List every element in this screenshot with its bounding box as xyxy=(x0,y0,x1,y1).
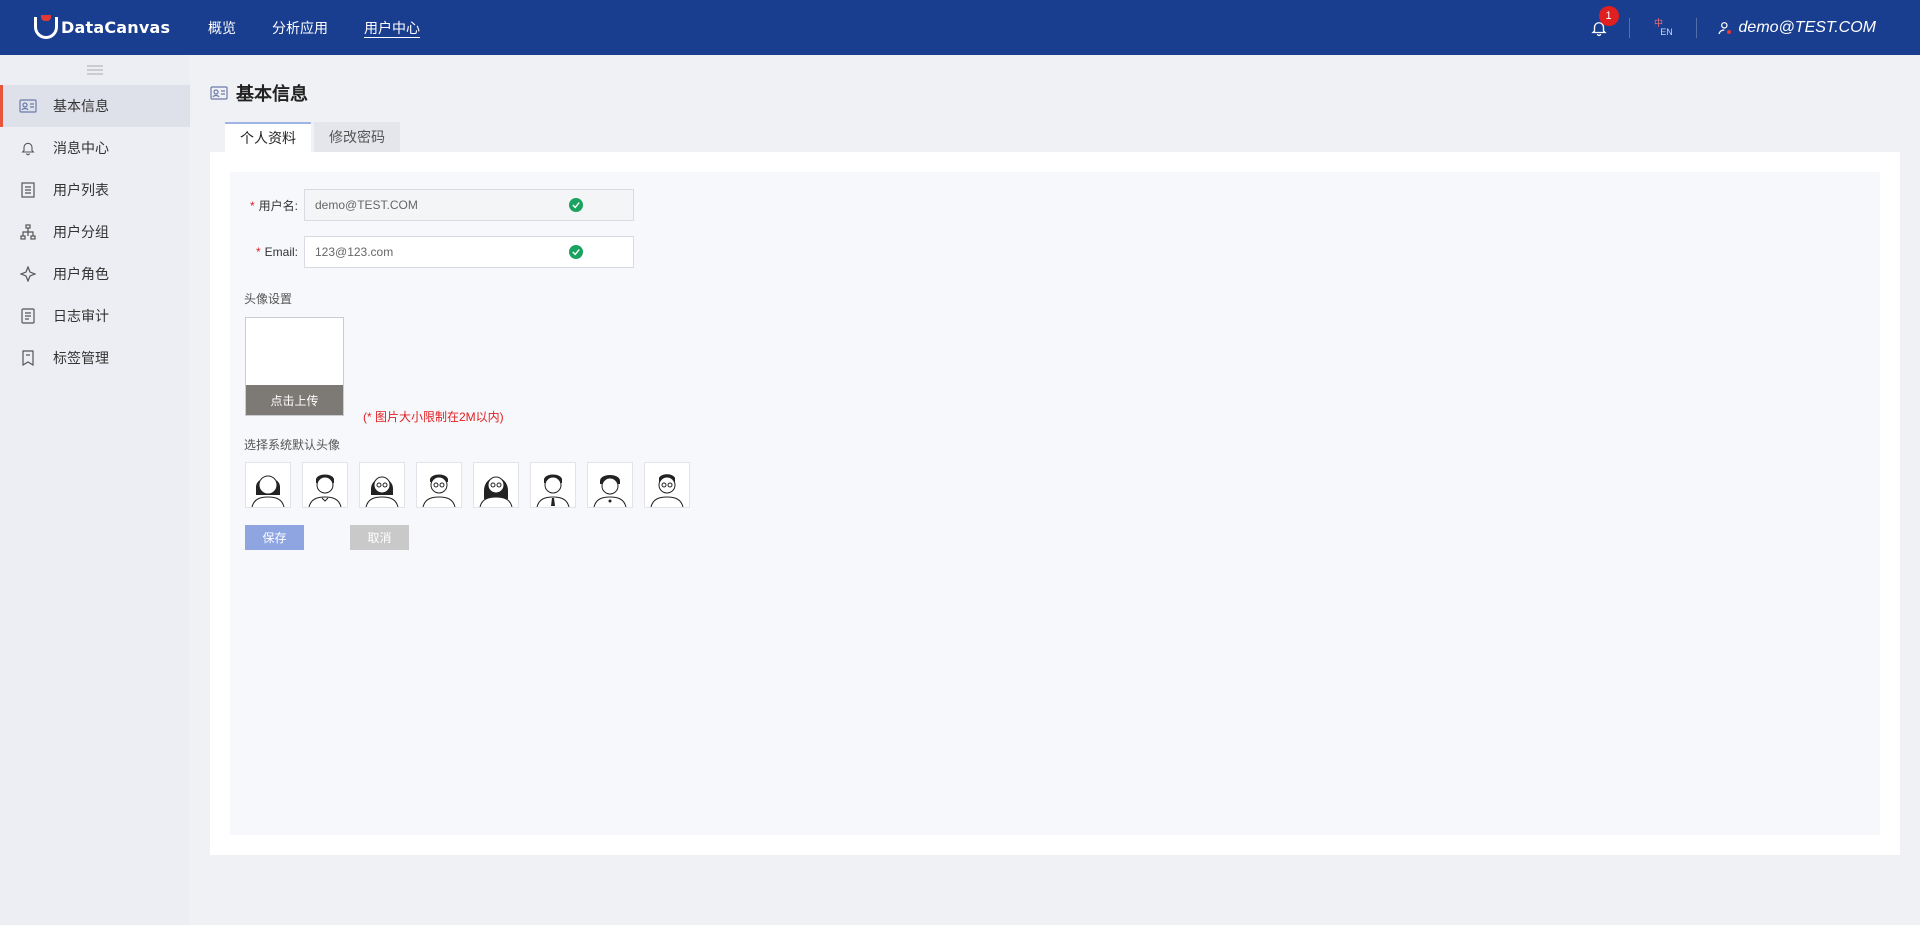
cancel-button[interactable]: 取消 xyxy=(350,525,409,550)
sidebar-item-audit-log[interactable]: 日志审计 xyxy=(0,295,190,337)
tab-change-password[interactable]: 修改密码 xyxy=(314,122,400,152)
default-avatar-list xyxy=(245,462,701,508)
bell-icon xyxy=(18,138,38,158)
male-avatar-icon xyxy=(308,474,342,507)
profile-form: * 用户名: demo@TEST.COM * Email: 123@123.com … xyxy=(230,172,1880,835)
page-title: 基本信息 xyxy=(210,80,308,106)
avatar-option-4[interactable] xyxy=(416,462,462,508)
username-field[interactable]: demo@TEST.COM xyxy=(304,189,634,221)
upload-button[interactable]: 点击上传 xyxy=(246,385,343,415)
logo-mark-icon xyxy=(34,14,58,39)
avatar-option-7[interactable] xyxy=(587,462,633,508)
email-label-text: Email: xyxy=(264,245,298,259)
avatar-option-6[interactable] xyxy=(530,462,576,508)
profile-card: * 用户名: demo@TEST.COM * Email: 123@123.com … xyxy=(210,152,1900,855)
sidebar-item-tag-management[interactable]: 标签管理 xyxy=(0,337,190,379)
lang-en-label: EN xyxy=(1660,26,1673,37)
nav-item-overview[interactable]: 概览 xyxy=(198,18,246,38)
email-label: * Email: xyxy=(244,245,304,259)
menu-collapse-icon xyxy=(87,65,103,75)
upload-size-hint: (* 图片大小限制在2M以内) xyxy=(363,410,504,424)
female-long-hair-avatar-icon xyxy=(479,476,513,507)
sidebar: 基本信息 消息中心 用户列表 用户分组 用户角色 日志审计 标签管理 xyxy=(0,55,190,925)
sidebar-collapse-toggle[interactable] xyxy=(0,55,190,85)
user-email: demo@TEST.COM xyxy=(1738,18,1876,36)
sidebar-item-user-roles[interactable]: 用户角色 xyxy=(0,253,190,295)
org-tree-icon xyxy=(18,222,38,242)
avatar-option-2[interactable] xyxy=(302,462,348,508)
top-navbar: DataCanvas 概览 分析应用 用户中心 1 中 EN demo@TEST… xyxy=(0,0,1920,55)
tab-profile[interactable]: 个人资料 xyxy=(225,122,311,152)
avatar-section-label: 头像设置 xyxy=(244,292,293,306)
email-row: * Email: 123@123.com xyxy=(244,236,634,268)
sidebar-item-label: 用户角色 xyxy=(53,266,109,282)
save-button[interactable]: 保存 xyxy=(245,525,304,550)
bookmark-icon xyxy=(18,348,38,368)
sidebar-item-label: 消息中心 xyxy=(53,140,109,156)
page-title-text: 基本信息 xyxy=(236,84,308,104)
male-tie-avatar-icon xyxy=(536,474,570,507)
user-icon xyxy=(1717,21,1731,34)
default-avatar-label: 选择系统默认头像 xyxy=(244,438,341,452)
sidebar-item-user-groups[interactable]: 用户分组 xyxy=(0,211,190,253)
sidebar-item-user-list[interactable]: 用户列表 xyxy=(0,169,190,211)
top-right-tools: 1 中 EN demo@TEST.COM xyxy=(1569,0,1920,55)
sidebar-item-label: 基本信息 xyxy=(53,98,109,114)
id-card-icon xyxy=(18,96,38,116)
male-glasses-avatar-icon xyxy=(422,474,456,507)
sidebar-item-label: 标签管理 xyxy=(53,350,109,366)
nav-item-analytics-apps[interactable]: 分析应用 xyxy=(262,18,338,38)
username-row: * 用户名: demo@TEST.COM xyxy=(244,189,634,221)
email-value: 123@123.com xyxy=(315,245,394,259)
notifications-button[interactable]: 1 xyxy=(1569,0,1629,55)
username-value: demo@TEST.COM xyxy=(315,198,418,212)
brand-logo[interactable]: DataCanvas xyxy=(0,14,190,39)
id-card-icon xyxy=(210,85,228,101)
check-circle-icon xyxy=(569,245,583,259)
sidebar-item-message-center[interactable]: 消息中心 xyxy=(0,127,190,169)
female-avatar-icon xyxy=(251,475,285,507)
female-glasses-avatar-icon xyxy=(365,476,399,507)
tab-bar: 个人资料 修改密码 xyxy=(225,122,403,152)
check-circle-icon xyxy=(569,198,583,212)
avatar-option-1[interactable] xyxy=(245,462,291,508)
notification-badge: 1 xyxy=(1598,6,1619,26)
sidebar-item-label: 日志审计 xyxy=(53,308,109,324)
star-role-icon xyxy=(18,264,38,284)
sidebar-item-label: 用户列表 xyxy=(53,182,109,198)
avatar-option-3[interactable] xyxy=(359,462,405,508)
avatar-option-5[interactable] xyxy=(473,462,519,508)
list-icon xyxy=(18,180,38,200)
log-icon xyxy=(18,306,38,326)
email-field[interactable]: 123@123.com xyxy=(304,236,634,268)
username-label-text: 用户名: xyxy=(258,198,298,213)
user-menu[interactable]: demo@TEST.COM xyxy=(1697,0,1920,55)
sidebar-item-basic-info[interactable]: 基本信息 xyxy=(0,85,190,127)
avatar-upload-box[interactable]: 点击上传 xyxy=(245,317,344,416)
male-curly-avatar-icon xyxy=(593,475,627,507)
required-mark: * xyxy=(249,198,255,213)
main-content: 基本信息 个人资料 修改密码 * 用户名: demo@TEST.COM * Emai… xyxy=(190,55,1920,925)
male-glasses-2-avatar-icon xyxy=(650,474,684,507)
sidebar-item-label: 用户分组 xyxy=(53,224,109,240)
required-mark: * xyxy=(255,245,261,259)
avatar-option-8[interactable] xyxy=(644,462,690,508)
nav-item-user-center[interactable]: 用户中心 xyxy=(354,18,430,38)
username-label: * 用户名: xyxy=(244,197,304,214)
brand-name: DataCanvas xyxy=(61,18,171,37)
main-nav: 概览 分析应用 用户中心 xyxy=(190,0,438,55)
language-switch[interactable]: 中 EN xyxy=(1630,0,1696,55)
